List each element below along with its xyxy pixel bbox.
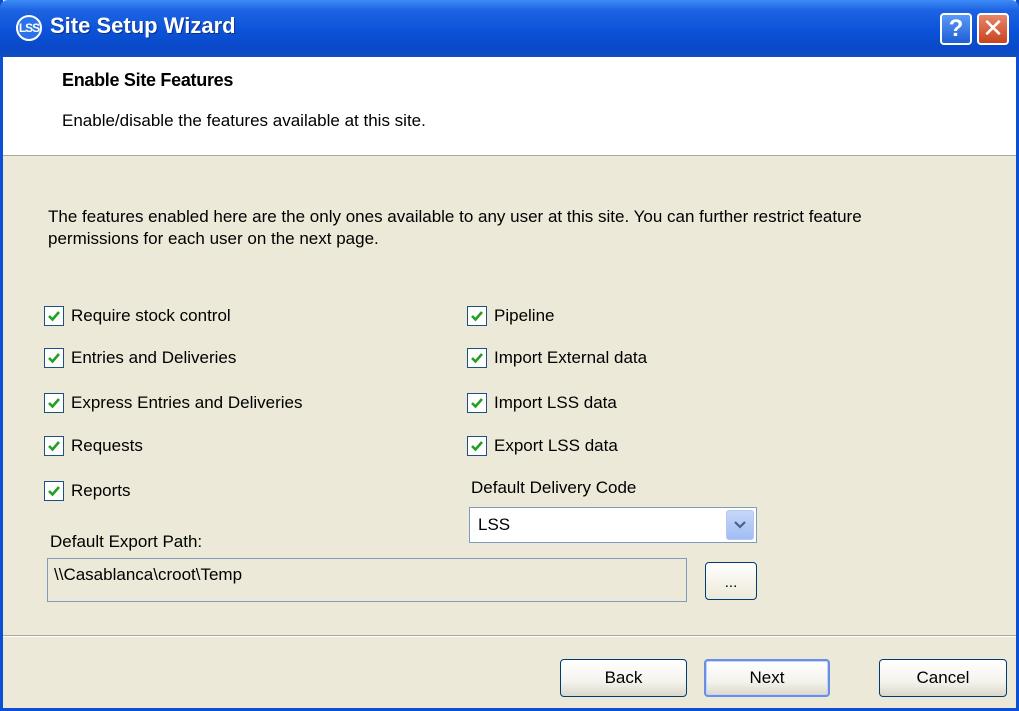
feature-label: Express Entries and Deliveries bbox=[71, 393, 303, 412]
export-path-label: Default Export Path: bbox=[50, 532, 203, 551]
export-path-field: \\Casablanca\croot\Temp bbox=[47, 558, 687, 602]
feature-label: Requests bbox=[71, 436, 143, 455]
checkmark-icon bbox=[48, 441, 60, 452]
checkmark-icon bbox=[48, 353, 60, 364]
page-subtitle: Enable/disable the features available at… bbox=[62, 111, 426, 130]
help-button[interactable]: ? bbox=[940, 13, 972, 45]
feature-pipeline[interactable]: Pipeline bbox=[467, 304, 555, 328]
checkbox[interactable] bbox=[44, 393, 64, 413]
intro-text: The features enabled here are the only o… bbox=[48, 207, 862, 248]
back-button[interactable]: Back bbox=[560, 659, 687, 697]
feature-requests[interactable]: Requests bbox=[44, 434, 143, 458]
checkbox[interactable] bbox=[44, 306, 64, 326]
page-title: Enable Site Features bbox=[62, 70, 234, 90]
checkbox[interactable] bbox=[44, 348, 64, 368]
feature-import-external-data[interactable]: Import External data bbox=[467, 346, 647, 370]
browse-button[interactable]: ... bbox=[705, 562, 757, 600]
dropdown-button[interactable] bbox=[726, 510, 754, 540]
checkbox[interactable] bbox=[44, 481, 64, 501]
feature-require-stock-control[interactable]: Require stock control bbox=[44, 304, 231, 328]
checkmark-icon bbox=[48, 398, 60, 409]
feature-label: Import External data bbox=[494, 348, 648, 367]
delivery-code-label: Default Delivery Code bbox=[471, 478, 637, 497]
divider bbox=[3, 635, 1016, 637]
feature-label: Entries and Deliveries bbox=[71, 348, 237, 367]
checkmark-icon bbox=[471, 311, 483, 322]
checkbox[interactable] bbox=[467, 393, 487, 413]
checkbox[interactable] bbox=[467, 348, 487, 368]
delivery-code-select[interactable]: LSS bbox=[469, 507, 757, 543]
feature-reports[interactable]: Reports bbox=[44, 479, 131, 503]
cancel-button[interactable]: Cancel bbox=[879, 659, 1007, 697]
feature-label: Pipeline bbox=[494, 306, 555, 325]
feature-entries-and-deliveries[interactable]: Entries and Deliveries bbox=[44, 346, 236, 370]
checkbox[interactable] bbox=[467, 436, 487, 456]
feature-label: Require stock control bbox=[71, 306, 231, 325]
checkmark-icon bbox=[471, 441, 483, 452]
delivery-code-value: LSS bbox=[478, 515, 511, 534]
checkmark-icon bbox=[471, 353, 483, 364]
feature-label: Export LSS data bbox=[494, 436, 618, 455]
checkbox[interactable] bbox=[467, 306, 487, 326]
wizard-header: Enable Site Features Enable/disable the … bbox=[3, 57, 1016, 156]
feature-express-entries-and-deliveries[interactable]: Express Entries and Deliveries bbox=[44, 391, 302, 415]
checkbox[interactable] bbox=[44, 436, 64, 456]
chevron-down-icon bbox=[734, 521, 746, 529]
feature-export-lss-data[interactable]: Export LSS data bbox=[467, 434, 618, 458]
title-bar[interactable]: LSS Site Setup Wizard ? ✕ bbox=[0, 0, 1019, 57]
next-button[interactable]: Next bbox=[704, 659, 830, 697]
checkmark-icon bbox=[48, 311, 60, 322]
checkmark-icon bbox=[471, 398, 483, 409]
feature-label: Reports bbox=[71, 481, 131, 500]
window-title: Site Setup Wizard bbox=[50, 13, 236, 38]
feature-import-lss-data[interactable]: Import LSS data bbox=[467, 391, 617, 415]
app-logo-icon: LSS bbox=[16, 15, 42, 41]
close-button[interactable]: ✕ bbox=[977, 13, 1009, 45]
checkmark-icon bbox=[48, 486, 60, 497]
feature-label: Import LSS data bbox=[494, 393, 617, 412]
wizard-window: LSS Site Setup Wizard ? ✕ Enable Site Fe… bbox=[0, 0, 1019, 711]
